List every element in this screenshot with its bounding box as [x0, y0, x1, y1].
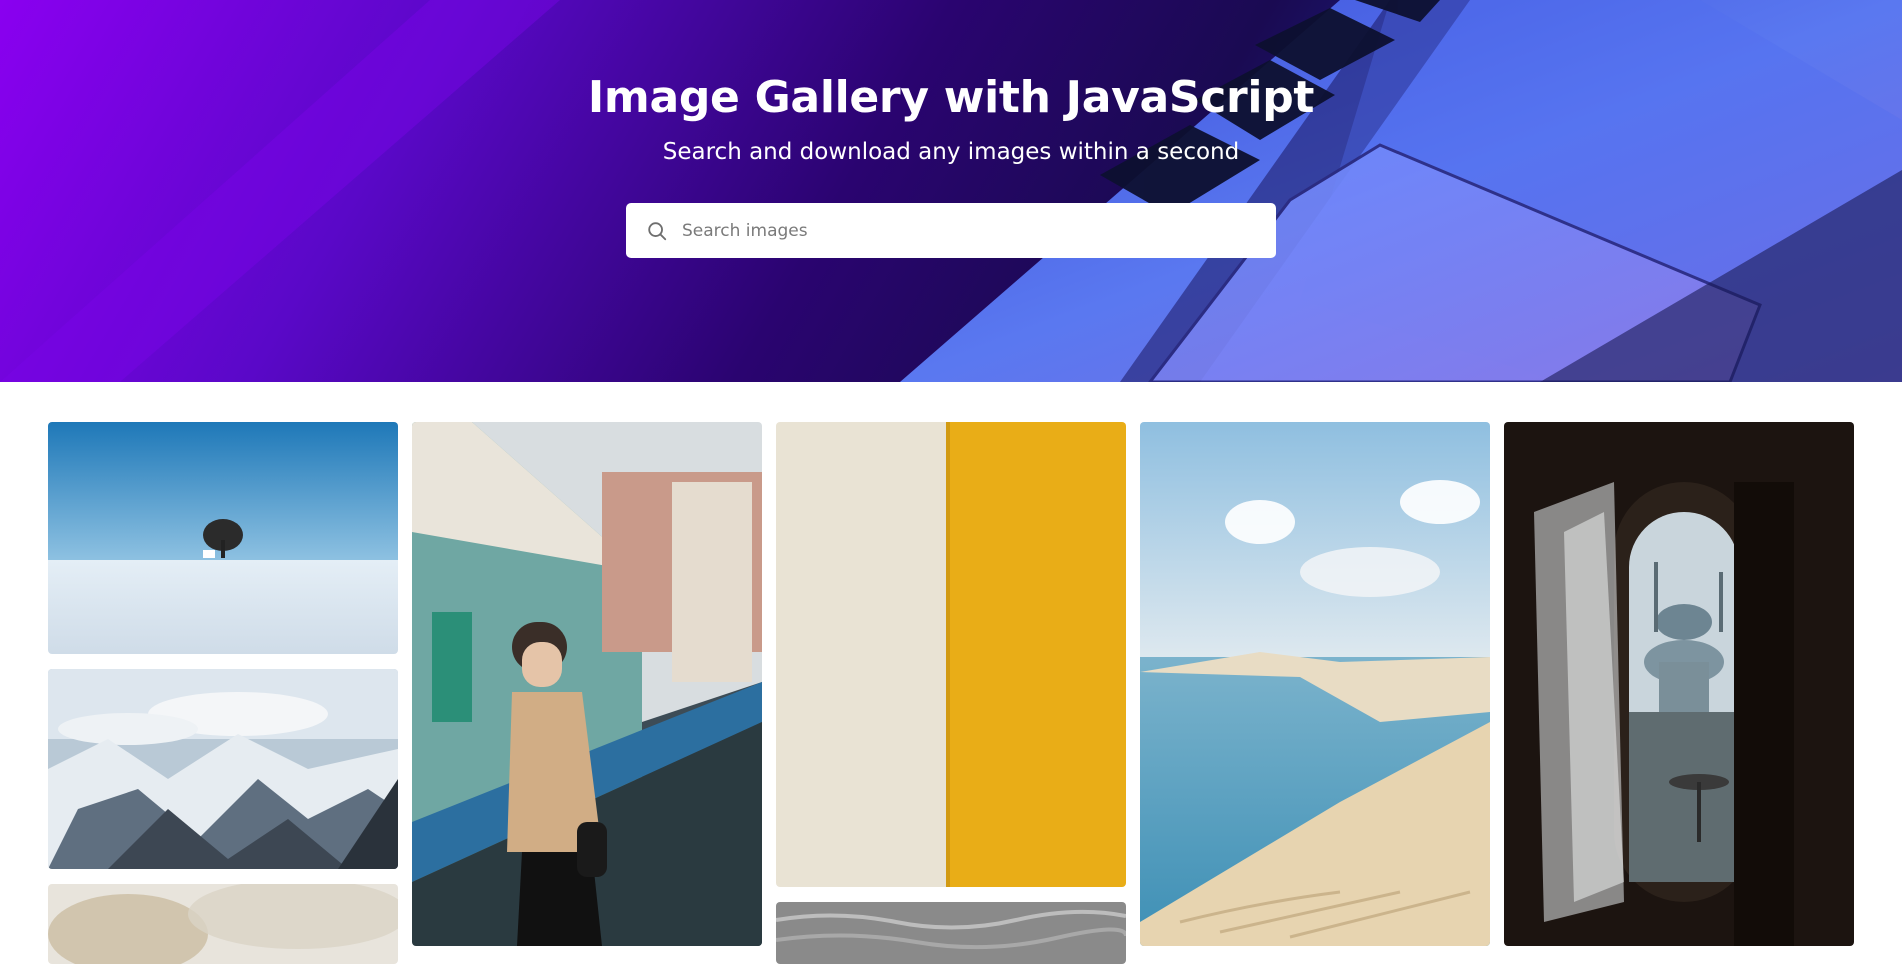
gallery-image-blurred-tree[interactable] — [48, 884, 398, 964]
gallery-image-mountains[interactable] — [48, 669, 398, 869]
gallery-image-sand-texture[interactable] — [776, 902, 1126, 964]
gallery-image-yellow-wall[interactable] — [776, 422, 1126, 887]
yellow-wall-photo — [776, 422, 1126, 887]
hero-content: Image Gallery with JavaScript Search and… — [0, 0, 1902, 382]
search-box[interactable] — [626, 203, 1276, 258]
search-input[interactable] — [682, 220, 1262, 241]
gallery-image-snow-tree[interactable] — [48, 422, 398, 654]
gallery-image-street-portrait[interactable] — [412, 422, 762, 946]
page-title: Image Gallery with JavaScript — [587, 72, 1315, 123]
street-portrait-photo — [412, 422, 762, 946]
dunes-lagoon-photo — [1140, 422, 1490, 946]
blurred-tree-photo — [48, 884, 398, 964]
gallery-image-dunes-lagoon[interactable] — [1140, 422, 1490, 946]
sand-texture-photo — [776, 902, 1126, 964]
gallery-image-mosque-window[interactable] — [1504, 422, 1854, 946]
hero-banner: Image Gallery with JavaScript Search and… — [0, 0, 1902, 382]
mosque-window-photo — [1504, 422, 1854, 946]
page-subtitle: Search and download any images within a … — [662, 139, 1240, 165]
snow-tree-photo — [48, 422, 398, 654]
search-icon — [648, 221, 667, 240]
mountains-photo — [48, 669, 398, 869]
